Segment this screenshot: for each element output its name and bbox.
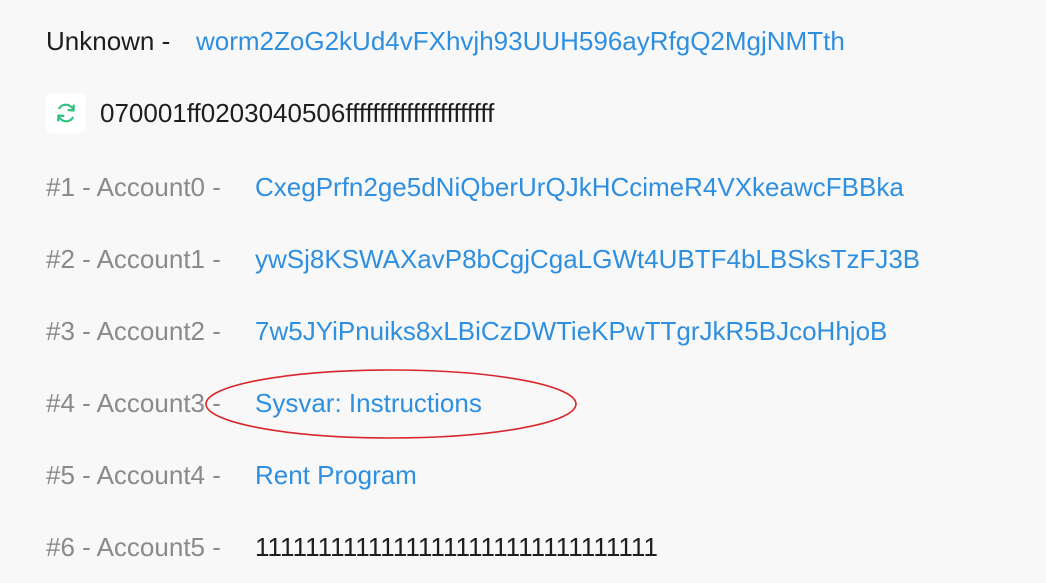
refresh-button[interactable] [46, 93, 86, 133]
program-row: Unknown - worm2ZoG2kUd4vFXhvjh93UUH596ay… [46, 21, 845, 61]
account-row: #4 - Account3 - Sysvar: Instructions [46, 383, 482, 423]
refresh-icon [57, 103, 75, 123]
account-address-link[interactable]: ywSj8KSWAXavP8bCgjCgaLGWt4UBTF4bLBSksTzF… [255, 244, 920, 275]
account-address-link[interactable]: 7w5JYiPnuiks8xLBiCzDWTieKPwTTgrJkR5BJcoH… [255, 316, 887, 347]
account-label: #3 - Account2 - [46, 315, 221, 346]
account-row: #1 - Account0 - CxegPrfn2ge5dNiQberUrQJk… [46, 167, 904, 207]
instruction-data-row: 070001ff0203040506ffffffffffffffffffffff [46, 93, 494, 133]
account-row: #6 - Account5 - 111111111111111111111111… [46, 527, 658, 567]
instruction-data-value: 070001ff0203040506ffffffffffffffffffffff [100, 97, 495, 128]
account-label: #1 - Account0 - [46, 171, 221, 202]
account-row: #5 - Account4 - Rent Program [46, 455, 417, 495]
account-label: #6 - Account5 - [46, 531, 221, 562]
account-label: #5 - Account4 - [46, 459, 221, 490]
account-row: #2 - Account1 - ywSj8KSWAXavP8bCgjCgaLGW… [46, 239, 920, 279]
program-label: Unknown - [46, 25, 171, 56]
program-address-link[interactable]: worm2ZoG2kUd4vFXhvjh93UUH596ayRfgQ2MgjNM… [196, 26, 845, 57]
account-row: #3 - Account2 - 7w5JYiPnuiks8xLBiCzDWTie… [46, 311, 887, 351]
rent-program-link[interactable]: Rent Program [255, 460, 417, 491]
account-address-link[interactable]: CxegPrfn2ge5dNiQberUrQJkHCcimeR4VXkeawcF… [255, 172, 904, 203]
account-address-text: 11111111111111111111111111111111 [255, 531, 658, 562]
sysvar-instructions-link[interactable]: Sysvar: Instructions [255, 388, 482, 419]
account-label: #2 - Account1 - [46, 243, 221, 274]
account-label: #4 - Account3 - [46, 387, 221, 418]
